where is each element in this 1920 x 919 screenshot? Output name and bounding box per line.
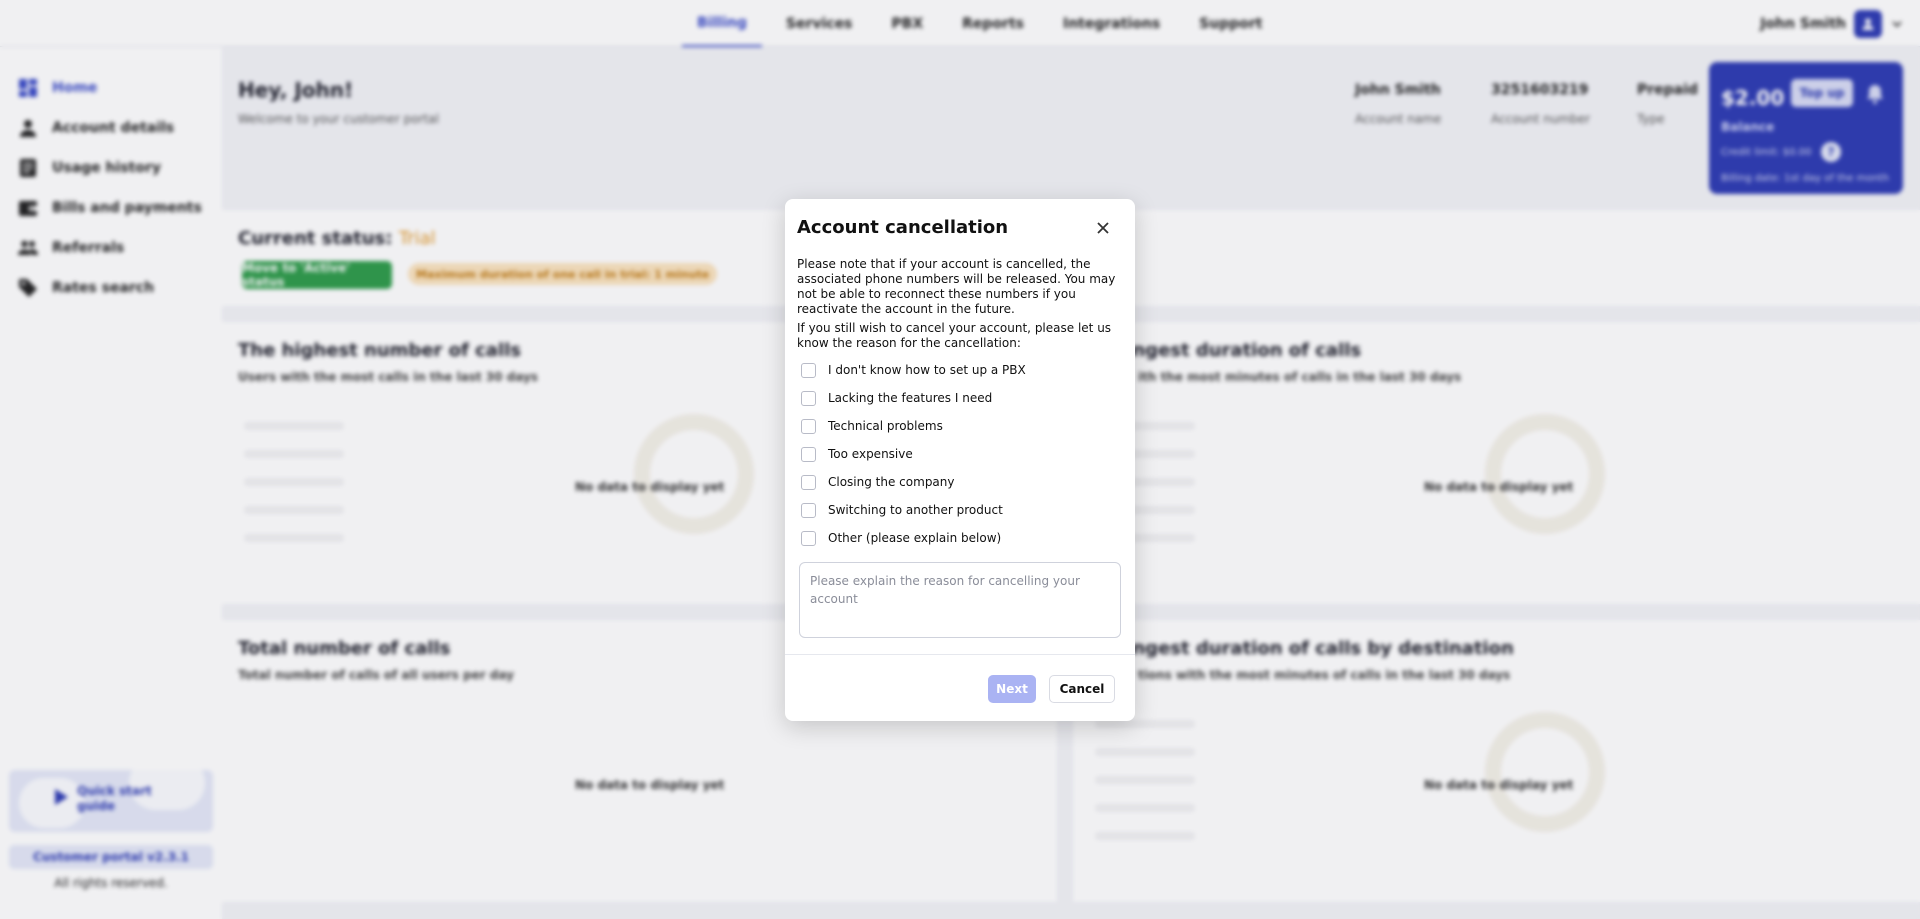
reason-option[interactable]: Technical problems (801, 417, 943, 435)
dialog-warning-text: Please note that if your account is canc… (797, 257, 1116, 316)
next-button[interactable]: Next (988, 675, 1036, 703)
dialog-prompt-text: If you still wish to cancel your account… (797, 321, 1112, 350)
reason-option[interactable]: Other (please explain below) (801, 529, 1001, 547)
reason-option[interactable]: Lacking the features I need (801, 389, 992, 407)
reason-label: Switching to another product (828, 503, 1003, 517)
reason-label: Too expensive (828, 447, 913, 461)
cancel-button[interactable]: Cancel (1049, 675, 1115, 703)
reason-option[interactable]: Too expensive (801, 445, 913, 463)
reason-option[interactable]: I don't know how to set up a PBX (801, 361, 1026, 379)
reason-checkbox[interactable] (801, 530, 816, 546)
reason-label: Other (please explain below) (828, 531, 1002, 545)
reason-checkbox[interactable] (801, 474, 816, 490)
reason-label: I don't know how to set up a PBX (828, 363, 1026, 377)
dialog-title: Account cancellation (797, 217, 1009, 238)
reason-label: Technical problems (828, 419, 943, 433)
reason-label: Closing the company (828, 475, 955, 489)
reason-checkbox[interactable] (801, 418, 816, 434)
account-cancellation-dialog: Account cancellation Please note that if… (785, 199, 1135, 721)
dialog-divider (785, 654, 1135, 655)
cancellation-reason-textarea[interactable] (799, 562, 1121, 638)
reason-label: Lacking the features I need (828, 391, 993, 405)
reason-checkbox[interactable] (801, 502, 816, 518)
close-icon[interactable] (1095, 220, 1111, 236)
reason-option[interactable]: Closing the company (801, 473, 955, 491)
reason-checkbox[interactable] (801, 362, 816, 378)
reason-checkbox[interactable] (801, 446, 816, 462)
reason-checkbox[interactable] (801, 390, 816, 406)
reason-option[interactable]: Switching to another product (801, 501, 1003, 519)
